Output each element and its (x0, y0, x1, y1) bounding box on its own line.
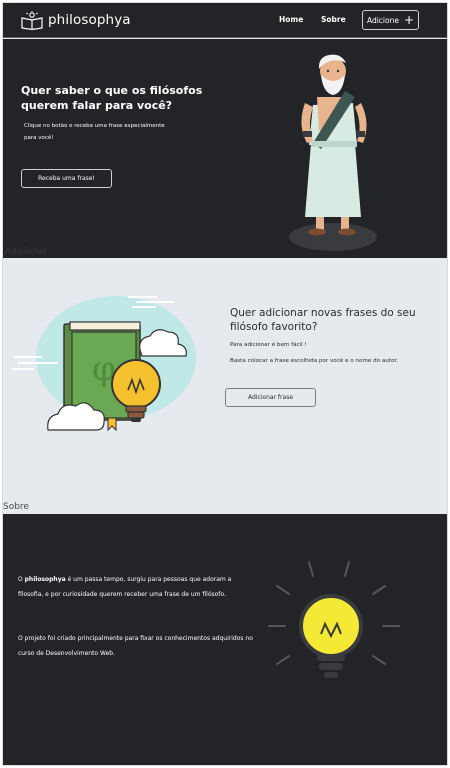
nav-home[interactable]: Home (279, 15, 303, 24)
hero-section: Quer saber o que os filósofos querem fal… (3, 39, 447, 258)
about-p1-prefix: O (18, 576, 25, 583)
lightbulb-icon (268, 561, 400, 678)
nav-add-label: Adicione (366, 15, 399, 25)
book-lightbulb-illustration: φ (12, 296, 196, 432)
hero-title: Quer saber o que os filósofos querem fal… (21, 84, 203, 112)
add-phrase-button[interactable]: Adicionar frase (225, 388, 316, 407)
add-section-line1: Para adicionar é bem fácil ! (230, 342, 307, 348)
philosopher-illustration (289, 54, 377, 251)
about-paragraph-1: O philosophya é um passa tempo, surgiu p… (18, 573, 253, 602)
about-section: O philosophya é um passa tempo, surgiu p… (3, 514, 447, 765)
brand-name[interactable]: philosophya (48, 12, 131, 28)
page: philosophya Home Sobre Adicione + Quer s… (2, 2, 448, 766)
add-section: φ Quer adicionar novas frases do seu fil… (3, 258, 447, 503)
nav-add-button[interactable]: Adicione + (362, 10, 419, 30)
header: philosophya Home Sobre Adicione + (3, 3, 447, 38)
hero-text: Clique no botão e receba uma frase espec… (24, 123, 165, 141)
add-section-line2: Basta colocar a frase escolhida por você… (230, 358, 398, 364)
section-anchor-sobre: Sobre (3, 502, 29, 512)
add-section-title: Quer adicionar novas frases do seu filós… (230, 307, 416, 333)
receive-phrase-button[interactable]: Receba uma frase! (21, 169, 112, 188)
plus-icon: + (403, 12, 415, 27)
book-philosopher-icon[interactable] (21, 11, 43, 30)
about-paragraph-2: O projeto foi criado principalmente para… (18, 635, 253, 657)
about-brand: philosophya (24, 576, 66, 583)
section-anchor-adicionar: Adicionar (5, 247, 48, 257)
nav-sobre[interactable]: Sobre (321, 15, 346, 24)
